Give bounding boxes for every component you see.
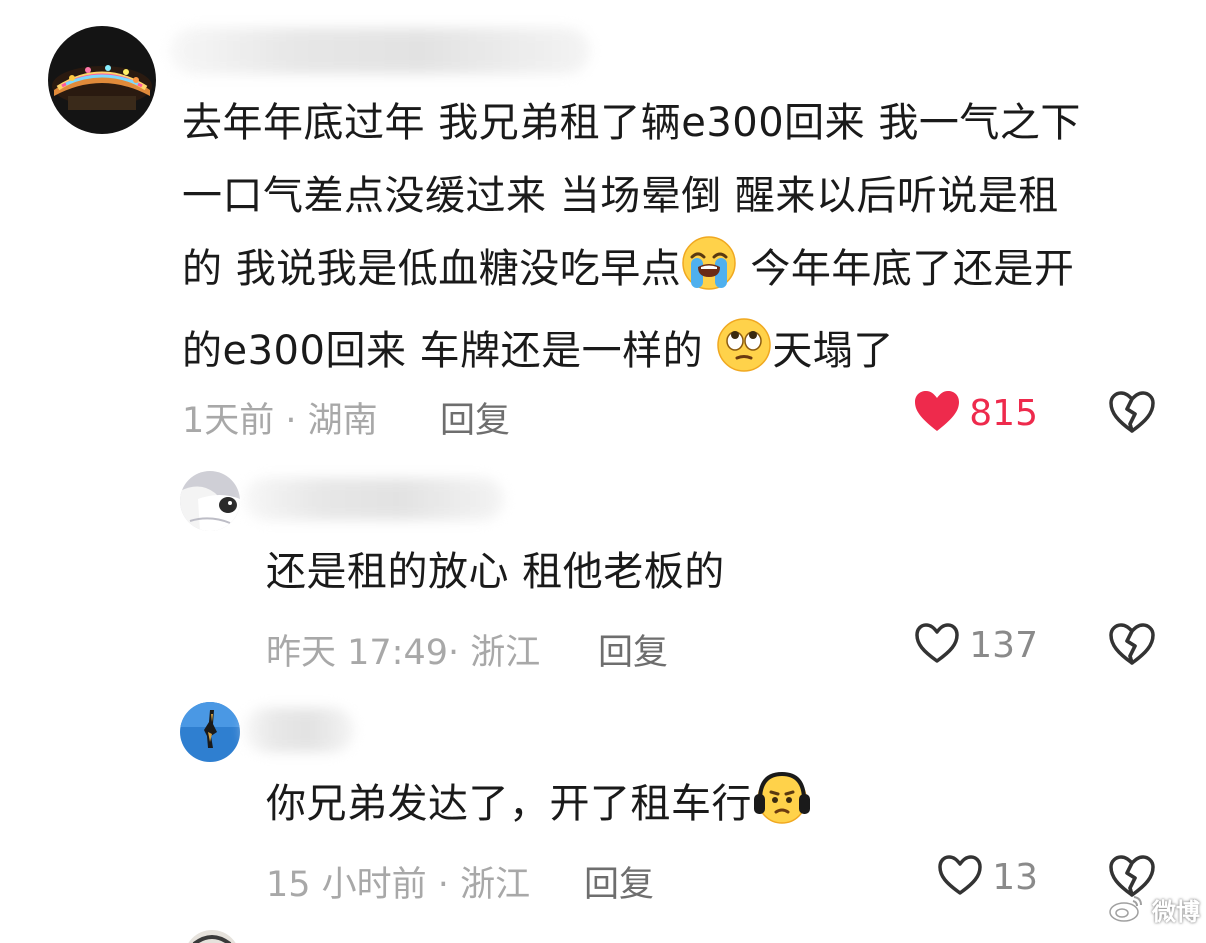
comment-1-line-1: 去年年底过年 我兄弟租了辆e300回来 我一气之下	[182, 100, 1081, 146]
comment-2-text: 还是租的放心 租他老板的	[266, 549, 725, 595]
comment-3-location: 浙江	[460, 865, 531, 905]
comment-1-username-blurred[interactable]	[170, 28, 590, 74]
weibo-watermark: 微博	[1108, 892, 1200, 927]
comment-1-line-3: 的 我说我是低血糖没吃早点 今年年底了还是开	[182, 233, 1081, 315]
comment-2-username-blurred[interactable]	[244, 478, 504, 520]
comment-1-text: 去年年底过年 我兄弟租了辆e300回来 我一气之下 一口气差点没缓过来 当场晕倒…	[182, 87, 1081, 397]
meta-separator: ·	[274, 401, 308, 441]
comment-4-avatar-partial[interactable]	[184, 930, 240, 943]
watermark-text: 微博	[1152, 899, 1200, 926]
comment-3-avatar[interactable]	[180, 702, 240, 762]
comment-2-avatar[interactable]	[180, 471, 240, 531]
comment-3-like-button[interactable]: 13	[880, 852, 1038, 902]
comment-3-reply-button[interactable]: 回复	[584, 856, 654, 907]
comment-1-location: 湖南	[307, 401, 378, 441]
comment-3-time: 15 小时前	[266, 865, 427, 905]
heart-filled-icon	[913, 389, 961, 437]
loudly-crying-face-emoji-icon	[681, 235, 737, 315]
comment-2-like-button[interactable]: 137	[880, 620, 1038, 670]
comment-1-avatar[interactable]	[48, 26, 156, 134]
comment-2-like-count: 137	[969, 624, 1038, 666]
meta-separator: ·	[426, 865, 461, 905]
heart-outline-icon	[936, 853, 984, 901]
comment-3-meta: 15 小时前 · 浙江	[266, 856, 530, 907]
comment-2-time: 昨天 17:49	[266, 633, 448, 673]
comment-1-dislike-button[interactable]	[1108, 390, 1156, 438]
comment-1-like-count: 815	[969, 392, 1038, 434]
comment-3-like-count: 13	[992, 856, 1038, 898]
comment-2-meta: 昨天 17:49· 浙江	[266, 624, 540, 675]
face-with-rolling-eyes-emoji-icon	[716, 317, 772, 397]
weibo-logo-icon	[1108, 893, 1144, 927]
comment-2-location: 浙江	[470, 633, 541, 673]
comment-1-line-2: 一口气差点没缓过来 当场晕倒 醒来以后听说是租	[182, 173, 1059, 219]
comment-1-meta: 1天前 · 湖南	[182, 392, 378, 443]
comment-1-like-button[interactable]: 815	[880, 388, 1038, 438]
headphones-face-emoji-icon	[752, 770, 812, 850]
comment-3-username-blurred[interactable]	[244, 708, 354, 752]
comment-3-text: 你兄弟发达了，开了租车行	[266, 768, 812, 850]
heart-outline-icon	[913, 621, 961, 669]
comment-1-line-4: 的e300回来 车牌还是一样的 天塌了	[182, 315, 1081, 397]
comment-1-reply-button[interactable]: 回复	[440, 392, 510, 443]
broken-heart-icon	[1108, 391, 1156, 438]
comment-2-dislike-button[interactable]	[1108, 622, 1156, 670]
comment-list: 去年年底过年 我兄弟租了辆e300回来 我一气之下 一口气差点没缓过来 当场晕倒…	[0, 0, 1206, 943]
meta-separator: ·	[448, 633, 471, 673]
comment-2-reply-button[interactable]: 回复	[598, 624, 668, 675]
comment-1-time: 1天前	[182, 401, 275, 441]
broken-heart-icon	[1108, 623, 1156, 670]
